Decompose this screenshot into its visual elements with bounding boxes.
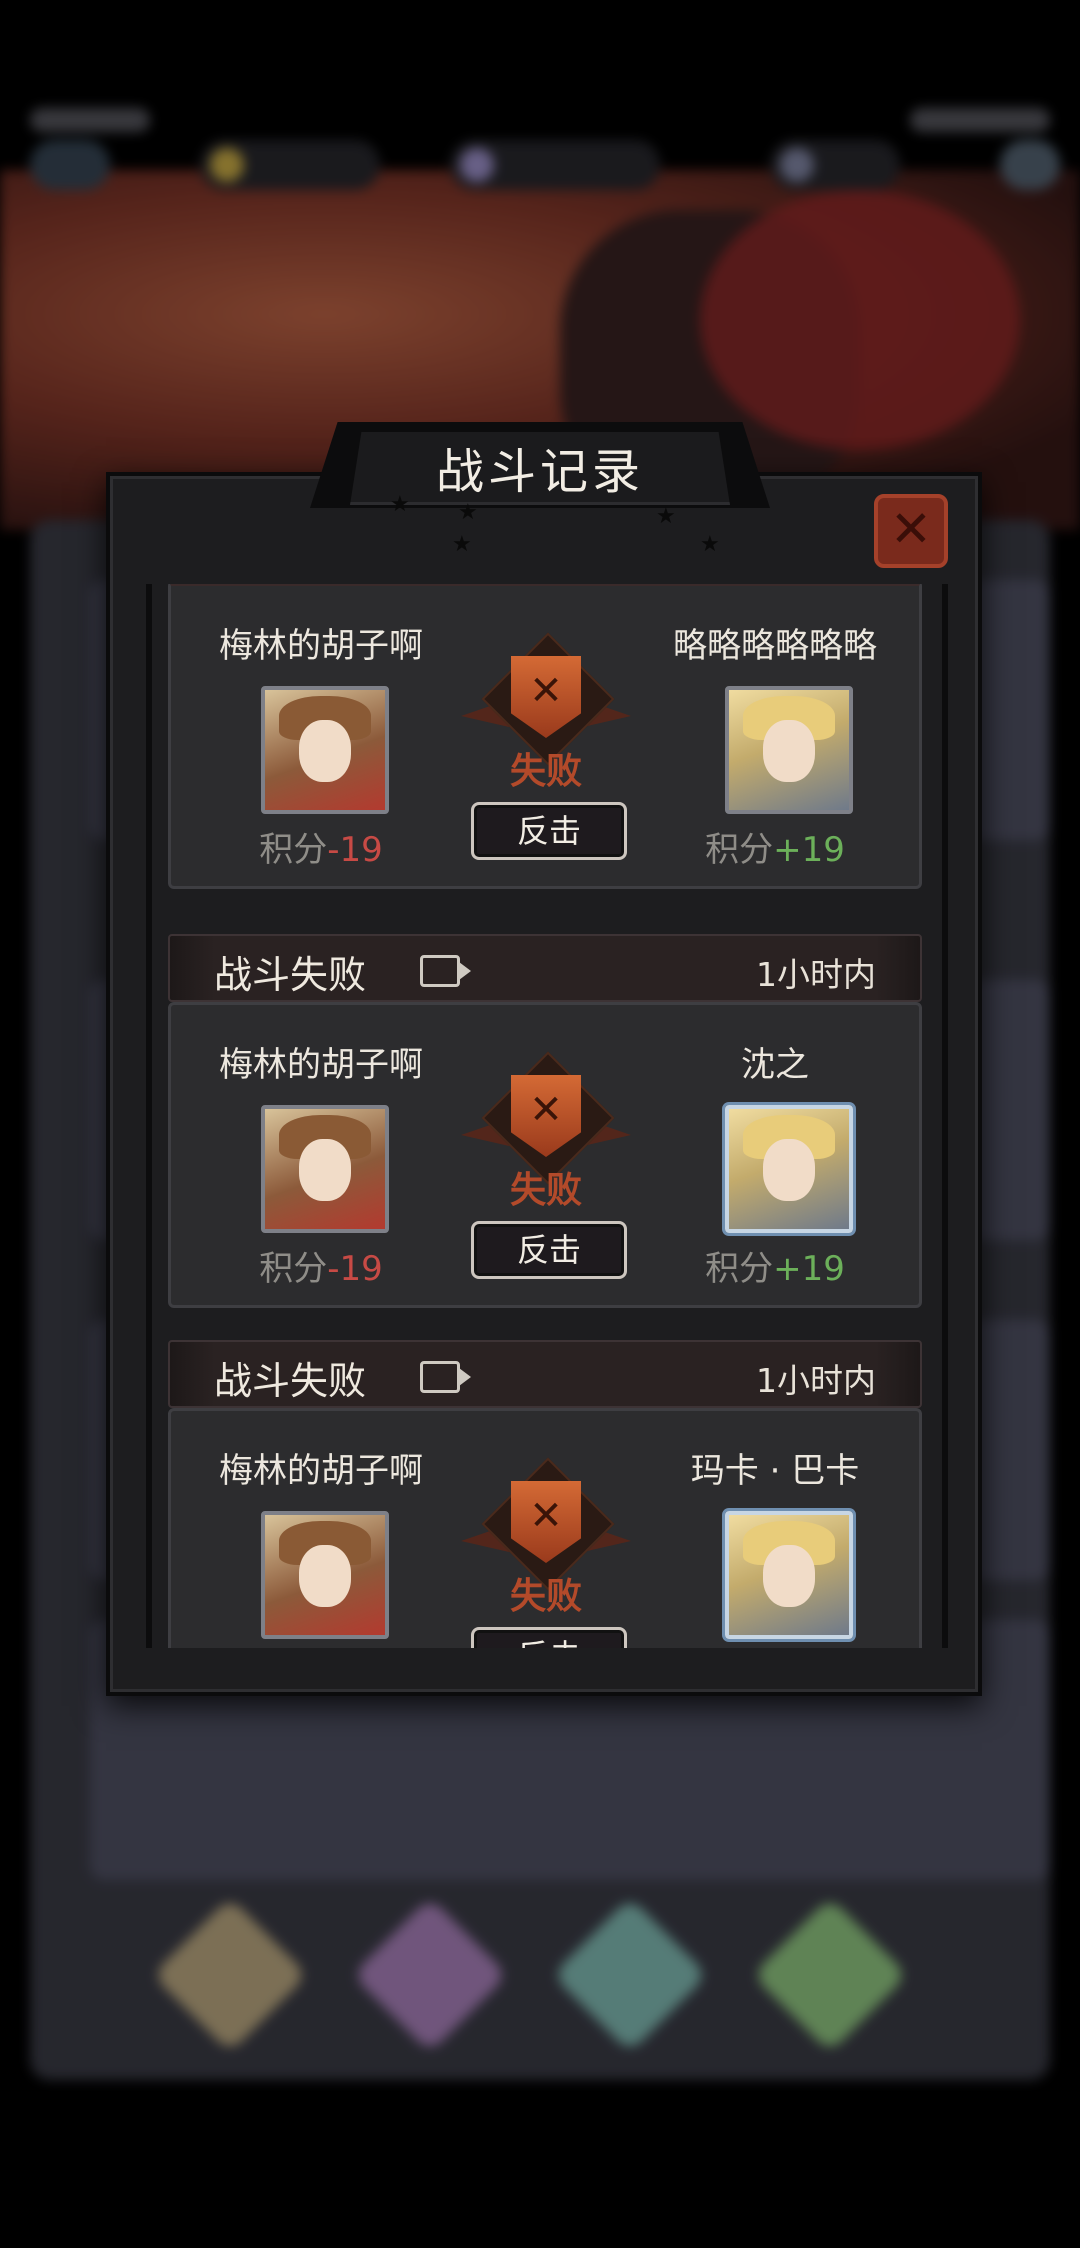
player-name: 梅林的胡子啊	[219, 1045, 423, 1085]
player-score: 积分-19	[259, 830, 383, 870]
battle-time: 1小时内	[756, 955, 876, 994]
defeat-badge-icon: 失败	[451, 1051, 641, 1231]
player-name: 梅林的胡子啊	[219, 626, 423, 666]
battle-time: 1小时内	[756, 1361, 876, 1400]
decorative-stars: ★ ★ ★ ★ ★	[390, 492, 720, 557]
battle-entry: 战斗失败 1小时内 梅林的胡子啊 沈之 失败 反击 积分-19 积分+19	[168, 934, 922, 1308]
close-icon: ✕	[890, 500, 932, 558]
player-avatar	[261, 1105, 389, 1233]
counterattack-button[interactable]: 反击	[471, 1221, 627, 1279]
opponent-avatar	[725, 1511, 853, 1639]
video-replay-icon[interactable]	[420, 955, 471, 987]
battle-record-list[interactable]: 梅林的胡子啊 略略略略略略 失败 反击 积分-19 积分+19 战斗失败 1小时…	[146, 584, 948, 1648]
counterattack-button[interactable]: 反击	[471, 802, 627, 860]
battle-entry-header: 战斗失败 1小时内	[168, 934, 922, 1002]
defeat-badge-icon: 失败	[451, 1457, 641, 1637]
player-score: 积分-19	[259, 1249, 383, 1289]
close-button[interactable]: ✕	[874, 494, 948, 568]
battle-result-label: 战斗失败	[214, 1359, 367, 1403]
video-replay-icon[interactable]	[420, 1361, 471, 1393]
opponent-name: 略略略略略略	[673, 626, 877, 666]
battle-entry-header: 战斗失败 1小时内	[168, 1340, 922, 1408]
player-name: 梅林的胡子啊	[219, 1451, 423, 1491]
battle-entry: 战斗失败 1小时内 梅林的胡子啊 玛卡 · 巴卡 失败 反击	[168, 1340, 922, 1648]
opponent-score: 积分+19	[705, 830, 845, 870]
defeat-badge-icon: 失败	[451, 632, 641, 812]
counterattack-button[interactable]: 反击	[471, 1627, 627, 1648]
player-avatar	[261, 686, 389, 814]
opponent-avatar	[725, 1105, 853, 1233]
battle-entry: 梅林的胡子啊 略略略略略略 失败 反击 积分-19 积分+19	[168, 584, 922, 889]
opponent-name: 玛卡 · 巴卡	[690, 1451, 860, 1491]
player-avatar	[261, 1511, 389, 1639]
opponent-name: 沈之	[741, 1045, 809, 1085]
opponent-score: 积分+19	[705, 1249, 845, 1289]
opponent-avatar	[725, 686, 853, 814]
battle-result-label: 战斗失败	[214, 953, 367, 997]
